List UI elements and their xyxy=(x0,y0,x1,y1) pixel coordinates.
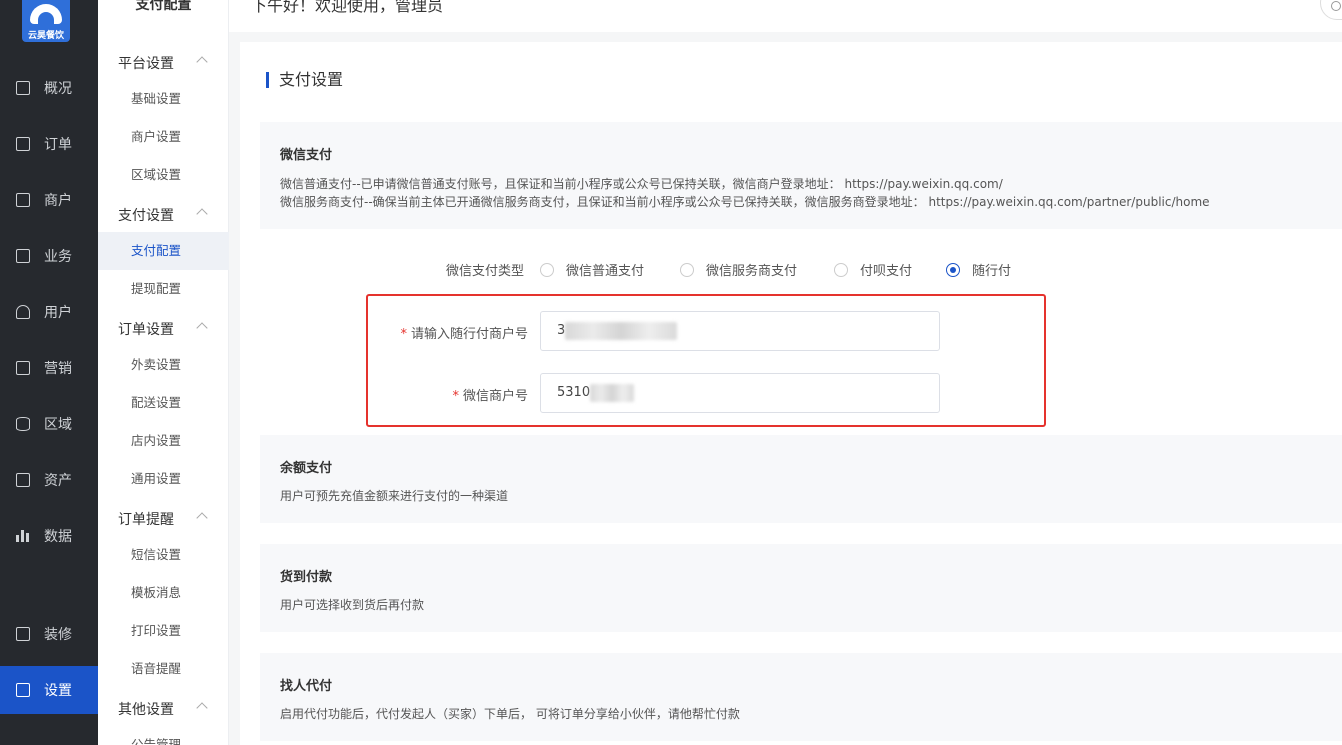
subnav-item-notice[interactable]: 公告管理 xyxy=(98,726,229,745)
sidebar-item-label: 资产 xyxy=(44,473,72,489)
merchant-no-label: * 请输入随行付商户号 xyxy=(400,327,528,342)
radio-circle xyxy=(946,262,960,277)
subnav-item-sms[interactable]: 短信设置 xyxy=(98,536,229,574)
proxy-pay-info: 找人代付 启用代付功能后，代付发起人（买家）下单后， 可将订单分享给小伙伴，请他… xyxy=(260,653,1342,741)
document-icon xyxy=(16,137,30,151)
database-icon xyxy=(16,417,30,431)
radio-wechat-normal[interactable]: 微信普通支付 xyxy=(540,260,644,279)
sidebar-item-label: 数据 xyxy=(44,529,72,545)
chevron-up-icon[interactable] xyxy=(196,702,208,714)
balance-pay-title: 余额支付 xyxy=(280,461,333,476)
subnav-group-reminder[interactable]: 订单提醒 xyxy=(118,509,174,529)
subnav-item-delivery[interactable]: 配送设置 xyxy=(98,384,229,422)
wechat-pay-type: 微信支付类型 微信普通支付 微信服务商支付 付呗支付 随行付 xyxy=(240,260,1140,280)
radio-wechat-service[interactable]: 微信服务商支付 xyxy=(680,260,797,279)
subnav-item-template[interactable]: 模板消息 xyxy=(98,574,229,612)
chevron-up-icon[interactable] xyxy=(196,512,208,524)
sidebar-item-overview[interactable]: 概况 xyxy=(0,64,98,112)
sidebar-item-label: 设置 xyxy=(44,683,72,699)
wechat-merchant-label: * 微信商户号 xyxy=(452,389,528,404)
sidebar-item-marketing[interactable]: 营销 xyxy=(0,344,98,392)
radio-circle xyxy=(540,262,554,277)
main-sidebar: 云昊餐饮 概况 订单 商户 业务 用户 营销 区域 资产 数据 装修 设置 xyxy=(0,0,98,745)
sidebar-item-data[interactable]: 数据 xyxy=(0,512,98,560)
subnav-item-withdraw[interactable]: 提现配置 xyxy=(98,270,229,308)
chevron-up-icon[interactable] xyxy=(196,208,208,220)
monitor-icon xyxy=(16,81,30,95)
masked-value xyxy=(590,383,635,402)
sidebar-item-label: 业务 xyxy=(44,249,72,265)
sidebar-item-label: 订单 xyxy=(44,137,72,153)
sidebar-item-label: 商户 xyxy=(44,193,72,209)
sidebar-item-decoration[interactable]: 装修 xyxy=(0,610,98,658)
cod-pay-title: 货到付款 xyxy=(280,570,333,585)
wechat-pay-desc-1: 微信普通支付--已申请微信普通支付账号，且保证和当前小程序或公众号已保持关联，微… xyxy=(280,177,1003,191)
subnav-item-voice[interactable]: 语音提醒 xyxy=(98,650,229,688)
subnav-group-platform[interactable]: 平台设置 xyxy=(118,53,174,73)
subnav-group-payment[interactable]: 支付设置 xyxy=(118,205,174,225)
logo-icon xyxy=(30,4,62,24)
chevron-up-icon[interactable] xyxy=(196,56,208,68)
sidebar-item-users[interactable]: 用户 xyxy=(0,288,98,336)
subnav-title: 支付配置 xyxy=(135,0,192,13)
subnav-item-dine-in[interactable]: 店内设置 xyxy=(98,422,229,460)
sidebar-item-label: 用户 xyxy=(44,305,72,321)
sidebar-item-orders[interactable]: 订单 xyxy=(0,120,98,168)
wechat-pay-title: 微信支付 xyxy=(280,148,333,163)
masked-value xyxy=(565,321,678,340)
wechat-pay-desc-2: 微信服务商支付--确保当前主体已开通微信服务商支付，且保证和当前小程序或公众号已… xyxy=(280,195,1210,209)
sidebar-item-label: 营销 xyxy=(44,361,72,377)
sidebar-item-label: 区域 xyxy=(44,417,72,433)
subnav-group-order[interactable]: 订单设置 xyxy=(118,319,174,339)
app-logo[interactable]: 云昊餐饮 xyxy=(22,0,70,42)
sidebar-item-settings[interactable]: 设置 xyxy=(0,666,98,714)
radio-circle xyxy=(680,262,694,277)
marketing-icon xyxy=(16,361,30,375)
merchant-no-input[interactable]: 3 xyxy=(540,311,940,351)
sidebar-item-assets[interactable]: 资产 xyxy=(0,456,98,504)
search-icon xyxy=(1331,1,1341,11)
settings-subnav: 支付配置 平台设置 基础设置 商户设置 区域设置 支付设置 支付配置 提现配置 … xyxy=(98,0,229,745)
wallet-icon xyxy=(16,473,30,487)
subnav-item-basic[interactable]: 基础设置 xyxy=(98,80,229,118)
settings-icon xyxy=(16,683,30,697)
sidebar-item-region[interactable]: 区域 xyxy=(0,400,98,448)
subnav-item-merchant[interactable]: 商户设置 xyxy=(98,118,229,156)
subnav-item-general[interactable]: 通用设置 xyxy=(98,460,229,498)
user-icon xyxy=(16,305,30,319)
wechat-merchant-input[interactable]: 5310 xyxy=(540,373,940,413)
subnav-item-payment-config[interactable]: 支付配置 xyxy=(98,232,229,270)
chevron-up-icon[interactable] xyxy=(196,322,208,334)
sidebar-item-label: 装修 xyxy=(44,627,72,643)
sidebar-item-label: 概况 xyxy=(44,81,72,97)
subnav-item-region[interactable]: 区域设置 xyxy=(98,156,229,194)
sidebar-item-business[interactable]: 业务 xyxy=(0,232,98,280)
cod-pay-desc: 用户可选择收到货后再付款 xyxy=(280,598,425,612)
cod-pay-info: 货到付款 用户可选择收到货后再付款 xyxy=(260,544,1342,632)
radio-fubei[interactable]: 付呗支付 xyxy=(834,260,912,279)
greeting-text: 下午好！欢迎使用，管理员 xyxy=(251,0,444,15)
logo-text: 云昊餐饮 xyxy=(27,31,64,41)
search-button[interactable] xyxy=(1320,0,1342,20)
balance-pay-info: 余额支付 用户可预先充值金额来进行支付的一种渠道 xyxy=(260,435,1342,523)
radio-suixingfu[interactable]: 随行付 xyxy=(946,260,1011,279)
briefcase-icon xyxy=(16,249,30,263)
pay-type-label: 微信支付类型 xyxy=(446,264,525,279)
decoration-icon xyxy=(16,627,30,641)
sidebar-item-merchants[interactable]: 商户 xyxy=(0,176,98,224)
subnav-item-takeout[interactable]: 外卖设置 xyxy=(98,346,229,384)
radio-circle xyxy=(834,262,848,277)
proxy-pay-title: 找人代付 xyxy=(280,679,333,694)
store-icon xyxy=(16,193,30,207)
balance-pay-desc: 用户可预先充值金额来进行支付的一种渠道 xyxy=(280,489,509,503)
subnav-group-other[interactable]: 其他设置 xyxy=(118,699,174,719)
bar-chart-icon xyxy=(16,529,30,543)
page-title: 支付设置 xyxy=(266,72,343,88)
proxy-pay-desc: 启用代付功能后，代付发起人（买家）下单后， 可将订单分享给小伙伴，请他帮忙付款 xyxy=(280,707,740,721)
top-bar: 下午好！欢迎使用，管理员 xyxy=(229,0,1342,32)
subnav-item-print[interactable]: 打印设置 xyxy=(98,612,229,650)
main-content: 支付设置 微信支付 微信普通支付--已申请微信普通支付账号，且保证和当前小程序或… xyxy=(240,42,1342,745)
wechat-pay-info: 微信支付 微信普通支付--已申请微信普通支付账号，且保证和当前小程序或公众号已保… xyxy=(260,122,1342,229)
